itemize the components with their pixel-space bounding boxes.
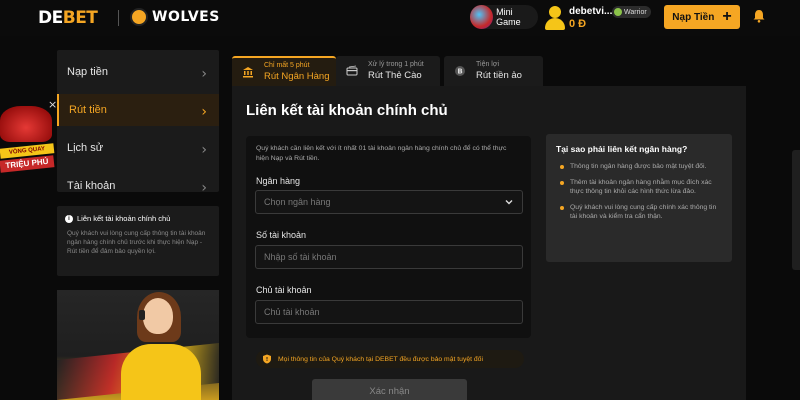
list-item: Thông tin ngân hàng được bảo mật tuyệt đ…	[556, 162, 722, 172]
tab-sub: Chỉ mất 5 phút	[264, 62, 310, 69]
bank-label: Ngân hàng	[256, 176, 301, 186]
sidebar-item-account[interactable]: Tài khoản ›	[57, 170, 219, 202]
bank-select[interactable]: Chọn ngân hàng	[255, 190, 523, 214]
tab-bank-withdraw[interactable]: Chỉ mất 5 phút Rút Ngân Hàng	[232, 56, 336, 86]
tab-sub: Xử lý trong 1 phút	[368, 61, 424, 68]
tab-label: Rút tiền ảo	[476, 70, 522, 81]
user-balance: 0 Đ	[569, 18, 587, 30]
top-header: DEBET WOLVES Mini Game debetvi... 0 Đ Wa…	[0, 0, 800, 36]
headset-icon	[139, 310, 145, 320]
tab-card-withdraw[interactable]: Xử lý trong 1 phút Rút Thẻ Cào	[336, 56, 440, 86]
agent-face	[143, 298, 173, 334]
bank-select-value: Chọn ngân hàng	[264, 197, 331, 207]
link-account-info-box: i Liên kết tài khoản chính chủ Quý khách…	[57, 206, 219, 276]
tab-label: Rút Ngân Hàng	[264, 71, 330, 82]
minigame-icon	[470, 5, 494, 29]
why-title: Tại sao phải liên kết ngân hàng?	[556, 144, 688, 154]
deposit-label: Nạp Tiền	[672, 11, 715, 23]
sidebar-item-label: Rút tiền	[69, 104, 107, 116]
account-number-label: Số tài khoản	[256, 230, 307, 240]
sidebar-item-label: Nạp tiền	[67, 66, 108, 78]
avatar-icon	[545, 6, 565, 30]
security-notice: ! Mọi thông tin của Quý khách tại DEBET …	[256, 350, 524, 368]
svg-text:B: B	[457, 68, 462, 76]
minigame-label: Mini Game	[496, 7, 521, 27]
info-title: i Liên kết tài khoản chính chủ	[65, 214, 211, 223]
withdraw-panel: Liên kết tài khoản chính chủ Quý khách c…	[232, 86, 746, 400]
floating-promo-banner[interactable]: VÒNG QUAY TRIỆU PHÚ	[0, 106, 55, 173]
security-notice-text: Mọi thông tin của Quý khách tại DEBET đề…	[278, 355, 483, 363]
chevron-right-icon: ›	[201, 104, 207, 120]
wolves-badge-icon	[130, 8, 148, 26]
card-icon	[346, 65, 358, 76]
info-body: Quý khách vui lòng cung cấp thông tin tà…	[67, 230, 206, 255]
tab-label: Rút Thẻ Cào	[368, 70, 422, 81]
promo-car-image	[0, 106, 52, 142]
bell-icon[interactable]	[752, 9, 766, 23]
wolves-partner-label: WOLVES	[152, 9, 220, 25]
why-link-bank-box: Tại sao phải liên kết ngân hàng? Thông t…	[546, 134, 732, 262]
wolves-partner-logo: WOLVES	[130, 8, 220, 26]
side-scroll-handle[interactable]	[792, 150, 800, 270]
confirm-button[interactable]: Xác nhận	[312, 379, 467, 400]
user-name: debetvi...	[569, 6, 613, 17]
agent-body	[121, 344, 201, 400]
account-menu: Nạp tiền › Rút tiền › Lịch sử › Tài khoả…	[57, 50, 219, 196]
account-holder-placeholder: Chủ tài khoản	[264, 307, 320, 317]
crypto-icon: B	[455, 66, 465, 76]
account-holder-input[interactable]: Chủ tài khoản	[255, 300, 523, 324]
debet-logo[interactable]: DEBET	[38, 8, 98, 28]
page-title: Liên kết tài khoản chính chủ	[246, 102, 448, 119]
account-number-placeholder: Nhập số tài khoản	[264, 252, 337, 262]
svg-text:!: !	[266, 357, 269, 363]
rank-icon	[614, 8, 622, 16]
plus-icon: +	[722, 8, 732, 25]
logo-divider	[118, 10, 119, 26]
sidebar-item-label: Tài khoản	[67, 180, 116, 192]
minigame-button[interactable]: Mini Game	[470, 5, 538, 29]
rank-badge: Warrior	[612, 6, 651, 18]
user-account[interactable]: debetvi... 0 Đ Warrior	[545, 4, 655, 32]
bank-link-form: Quý khách cần liên kết với ít nhất 01 tà…	[246, 136, 531, 338]
support-agent-banner	[57, 290, 219, 400]
chevron-right-icon: ›	[201, 180, 207, 196]
chevron-right-icon: ›	[201, 66, 207, 82]
deposit-button[interactable]: Nạp Tiền +	[664, 5, 740, 29]
chevron-down-icon	[505, 200, 513, 205]
close-icon[interactable]: ×	[48, 98, 57, 111]
info-icon: i	[65, 214, 73, 223]
form-description: Quý khách cần liên kết với ít nhất 01 tà…	[256, 145, 507, 162]
list-item: Thêm tài khoản ngân hàng nhằm mục đích x…	[556, 178, 722, 197]
shield-icon: !	[263, 354, 271, 364]
sidebar-item-withdraw[interactable]: Rút tiền ›	[57, 94, 219, 126]
sidebar-item-label: Lịch sử	[67, 142, 104, 154]
account-holder-label: Chủ tài khoản	[256, 285, 312, 295]
sidebar-item-history[interactable]: Lịch sử ›	[57, 132, 219, 164]
bank-icon	[243, 67, 253, 78]
chevron-right-icon: ›	[201, 142, 207, 158]
sidebar-item-deposit[interactable]: Nạp tiền ›	[57, 56, 219, 88]
list-item: Quý khách vui lòng cung cấp chính xác th…	[556, 203, 722, 222]
tab-sub: Tiện lợi	[476, 61, 500, 68]
why-list: Thông tin ngân hàng được bảo mật tuyệt đ…	[556, 162, 722, 222]
account-number-input[interactable]: Nhập số tài khoản	[255, 245, 523, 269]
tab-crypto-withdraw[interactable]: B Tiện lợi Rút tiền ảo	[444, 56, 543, 86]
